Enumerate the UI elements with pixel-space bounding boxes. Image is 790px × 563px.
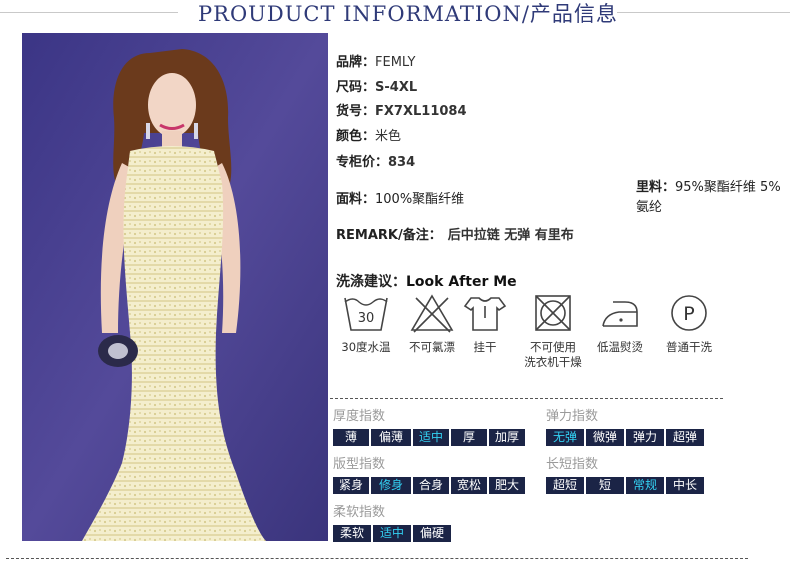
- spec-lining: 里料：95%聚酯纤维 5% 氨纶: [636, 180, 781, 215]
- no-bleach-icon: [410, 294, 454, 333]
- length-index-title: 长短指数: [546, 457, 599, 472]
- care-no-bleach: 不可氯漂: [403, 292, 461, 355]
- softness-option: 柔软: [333, 525, 371, 542]
- elasticity-index-options: 无弹 微弹 弹力 超弹: [546, 429, 704, 446]
- header-rule-left: [0, 12, 178, 13]
- dry-clean-p-icon: P: [671, 295, 707, 331]
- fit-option: 宽松: [451, 477, 487, 494]
- spec-remark: REMARK/备注： 后中拉链 无弹 有里布: [336, 228, 574, 243]
- thickness-index-title: 厚度指数: [333, 409, 386, 424]
- length-option: 超短: [546, 477, 584, 494]
- section-title: PROUDUCT INFORMATION/产品信息: [198, 2, 618, 26]
- wash-30-icon: 30: [344, 297, 388, 331]
- softness-index-options: 柔软 适中 偏硬: [333, 525, 451, 542]
- no-tumble-dry-icon: [535, 295, 571, 331]
- length-option-selected: 常规: [626, 477, 664, 494]
- fit-option: 肥大: [489, 477, 525, 494]
- elasticity-option-selected: 无弹: [546, 429, 584, 446]
- care-dry-clean: P 普通干洗: [660, 292, 718, 355]
- thickness-option: 加厚: [489, 429, 525, 446]
- length-option: 中长: [666, 477, 704, 494]
- low-iron-icon: [602, 301, 638, 327]
- indices-divider: [330, 398, 723, 399]
- spec-price: 专柜价：834: [336, 155, 416, 170]
- header-rule-right: [617, 12, 790, 13]
- care-hang-dry: 挂干: [461, 292, 509, 355]
- spec-size: 尺码：S-4XL: [336, 80, 418, 95]
- thickness-option: 薄: [333, 429, 369, 446]
- softness-index-title: 柔软指数: [333, 505, 386, 520]
- bottom-divider: [6, 558, 748, 559]
- softness-option-selected: 适中: [373, 525, 411, 542]
- care-low-iron: 低温熨烫: [590, 292, 650, 355]
- svg-text:30: 30: [358, 311, 375, 326]
- fit-index-options: 紧身 修身 合身 宽松 肥大: [333, 477, 525, 494]
- elasticity-option: 微弹: [586, 429, 624, 446]
- spec-color: 颜色：米色: [336, 129, 402, 144]
- elasticity-option: 超弹: [666, 429, 704, 446]
- fit-option: 紧身: [333, 477, 369, 494]
- care-no-tumble-dry: 不可使用 洗衣机干燥: [520, 292, 586, 370]
- svg-text:P: P: [683, 303, 694, 325]
- thickness-option: 厚: [451, 429, 487, 446]
- spec-fabric: 面料：100%聚酯纤维: [336, 192, 465, 207]
- spec-brand: 品牌：FEMLY: [336, 55, 416, 70]
- model-in-dress-image: [22, 33, 328, 541]
- softness-option: 偏硬: [413, 525, 451, 542]
- fit-index-title: 版型指数: [333, 457, 386, 472]
- product-photo: [22, 33, 328, 541]
- spec-item-number: 货号：FX7XL11084: [336, 104, 467, 119]
- elasticity-option: 弹力: [626, 429, 664, 446]
- care-wash-30: 30 30度水温: [336, 292, 396, 355]
- thickness-index-options: 薄 偏薄 适中 厚 加厚: [333, 429, 525, 446]
- length-index-options: 超短 短 常规 中长: [546, 477, 704, 494]
- thickness-option: 偏薄: [371, 429, 411, 446]
- hang-dry-icon: [463, 297, 507, 331]
- thickness-option-selected: 适中: [413, 429, 449, 446]
- fit-option: 合身: [413, 477, 449, 494]
- wash-advice: 洗涤建议：Look After Me: [336, 274, 517, 290]
- length-option: 短: [586, 477, 624, 494]
- elasticity-index-title: 弹力指数: [546, 409, 599, 424]
- fit-option-selected: 修身: [371, 477, 411, 494]
